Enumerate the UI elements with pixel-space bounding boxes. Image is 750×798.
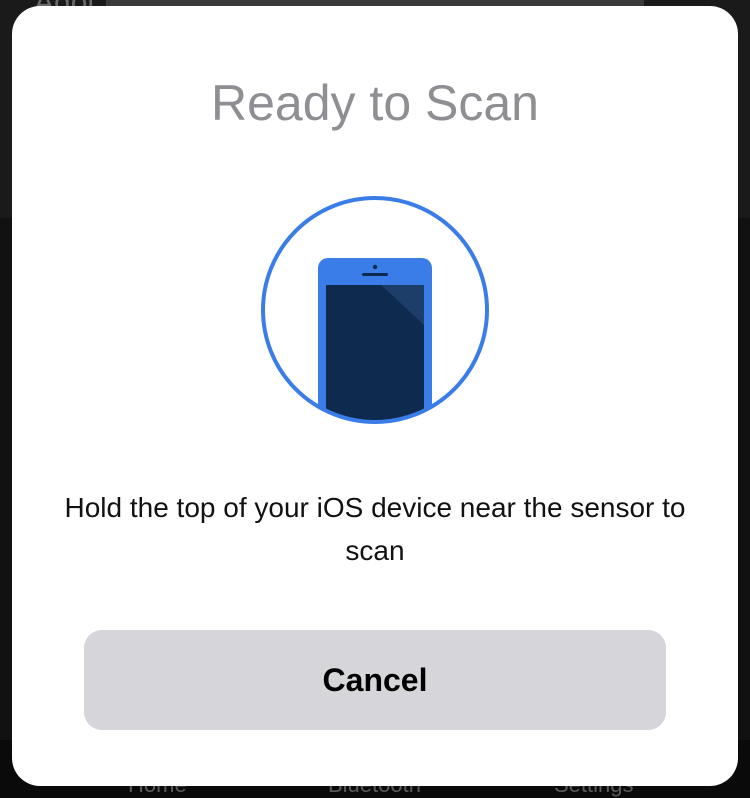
cancel-button[interactable]: Cancel xyxy=(84,630,666,730)
phone-scan-icon xyxy=(261,196,489,424)
sheet-title: Ready to Scan xyxy=(211,75,539,131)
nfc-scan-sheet: Ready to Scan Hold the top of your iOS d… xyxy=(12,6,738,786)
scan-instructions: Hold the top of your iOS device near the… xyxy=(64,492,686,566)
cancel-button-label: Cancel xyxy=(322,661,428,698)
